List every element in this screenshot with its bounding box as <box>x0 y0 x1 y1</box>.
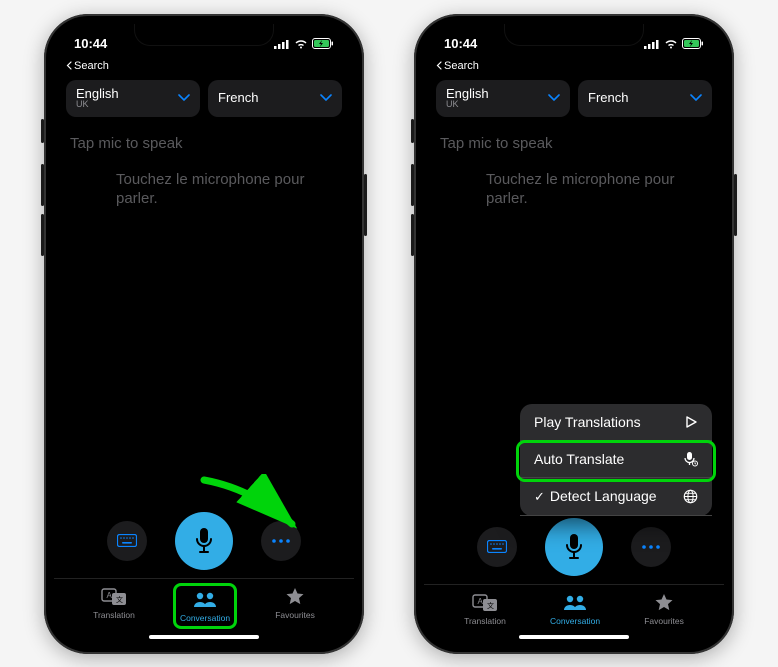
tab-favourites[interactable]: Favourites <box>271 583 319 629</box>
language-target[interactable]: French <box>578 80 712 117</box>
svg-text:文: 文 <box>116 595 123 604</box>
controls <box>424 512 724 584</box>
play-icon <box>684 415 698 429</box>
battery-icon <box>312 38 334 49</box>
battery-icon <box>682 38 704 49</box>
tab-bar: A文 Translation Conversation Favourites <box>424 584 724 635</box>
language-row: English UK French <box>424 74 724 127</box>
language-row: English UK French <box>54 74 354 127</box>
tab-conversation[interactable]: Conversation <box>173 583 237 629</box>
status-right <box>644 38 704 49</box>
wifi-icon <box>294 39 308 49</box>
prompt-source: Tap mic to speak <box>440 135 708 152</box>
chevron-down-icon <box>320 94 332 102</box>
phone-right: 10:44 Search English UK French <box>414 14 734 654</box>
menu-auto-translate[interactable]: Auto Translate <box>520 441 712 478</box>
home-indicator[interactable] <box>519 635 629 639</box>
status-time: 10:44 <box>444 36 477 51</box>
keyboard-button[interactable] <box>477 527 517 567</box>
tab-bar: A文 Translation Conversation Favourites <box>54 578 354 635</box>
status-time: 10:44 <box>74 36 107 51</box>
chevron-down-icon <box>690 94 702 102</box>
screen: 10:44 Search English UK French <box>54 24 354 644</box>
chevron-left-icon <box>436 61 442 70</box>
controls <box>54 506 354 578</box>
star-icon <box>654 593 674 613</box>
tab-translation[interactable]: A文 Translation <box>89 583 139 629</box>
star-icon <box>285 587 305 607</box>
mic-icon <box>563 533 585 561</box>
status-right <box>274 38 334 49</box>
language-target[interactable]: French <box>208 80 342 117</box>
signal-icon <box>274 39 290 49</box>
prompt-area: Tap mic to speak Touchez le microphone p… <box>424 127 724 217</box>
mic-icon <box>193 527 215 555</box>
language-source[interactable]: English UK <box>66 80 200 117</box>
language-source[interactable]: English UK <box>436 80 570 117</box>
svg-text:A: A <box>106 591 112 600</box>
chevron-down-icon <box>548 94 560 102</box>
tab-favourites[interactable]: Favourites <box>640 589 688 629</box>
mic-auto-icon <box>682 451 698 467</box>
mic-button[interactable] <box>545 518 603 576</box>
phone-left: 10:44 Search English UK French <box>44 14 364 654</box>
prompt-area: Tap mic to speak Touchez le microphone p… <box>54 127 354 217</box>
conversation-icon <box>192 591 218 609</box>
home-indicator[interactable] <box>149 635 259 639</box>
tab-conversation[interactable]: Conversation <box>546 589 604 629</box>
prompt-target: Touchez le microphone pour parler. <box>440 170 708 209</box>
translation-icon: A文 <box>101 587 127 607</box>
more-button[interactable] <box>631 527 671 567</box>
more-menu: Play Translations Auto Translate ✓Detect… <box>520 404 712 516</box>
back-search[interactable]: Search <box>54 60 354 74</box>
tab-translation[interactable]: A文 Translation <box>460 589 510 629</box>
signal-icon <box>644 39 660 49</box>
menu-detect-language[interactable]: ✓Detect Language <box>520 478 712 516</box>
chevron-left-icon <box>66 61 72 70</box>
more-button[interactable] <box>261 521 301 561</box>
check-icon: ✓ <box>534 489 545 504</box>
more-icon <box>642 545 660 549</box>
prompt-target: Touchez le microphone pour parler. <box>70 170 338 209</box>
back-search[interactable]: Search <box>424 60 724 74</box>
prompt-source: Tap mic to speak <box>70 135 338 152</box>
mic-button[interactable] <box>175 512 233 570</box>
translation-icon: A文 <box>472 593 498 613</box>
svg-text:A: A <box>477 597 483 606</box>
more-icon <box>272 539 290 543</box>
wifi-icon <box>664 39 678 49</box>
keyboard-icon <box>487 540 507 553</box>
globe-icon <box>683 489 698 504</box>
chevron-down-icon <box>178 94 190 102</box>
screen: 10:44 Search English UK French <box>424 24 724 644</box>
menu-play-translations[interactable]: Play Translations <box>520 404 712 441</box>
conversation-icon <box>562 594 588 612</box>
keyboard-icon <box>117 534 137 547</box>
svg-text:文: 文 <box>487 601 494 610</box>
keyboard-button[interactable] <box>107 521 147 561</box>
